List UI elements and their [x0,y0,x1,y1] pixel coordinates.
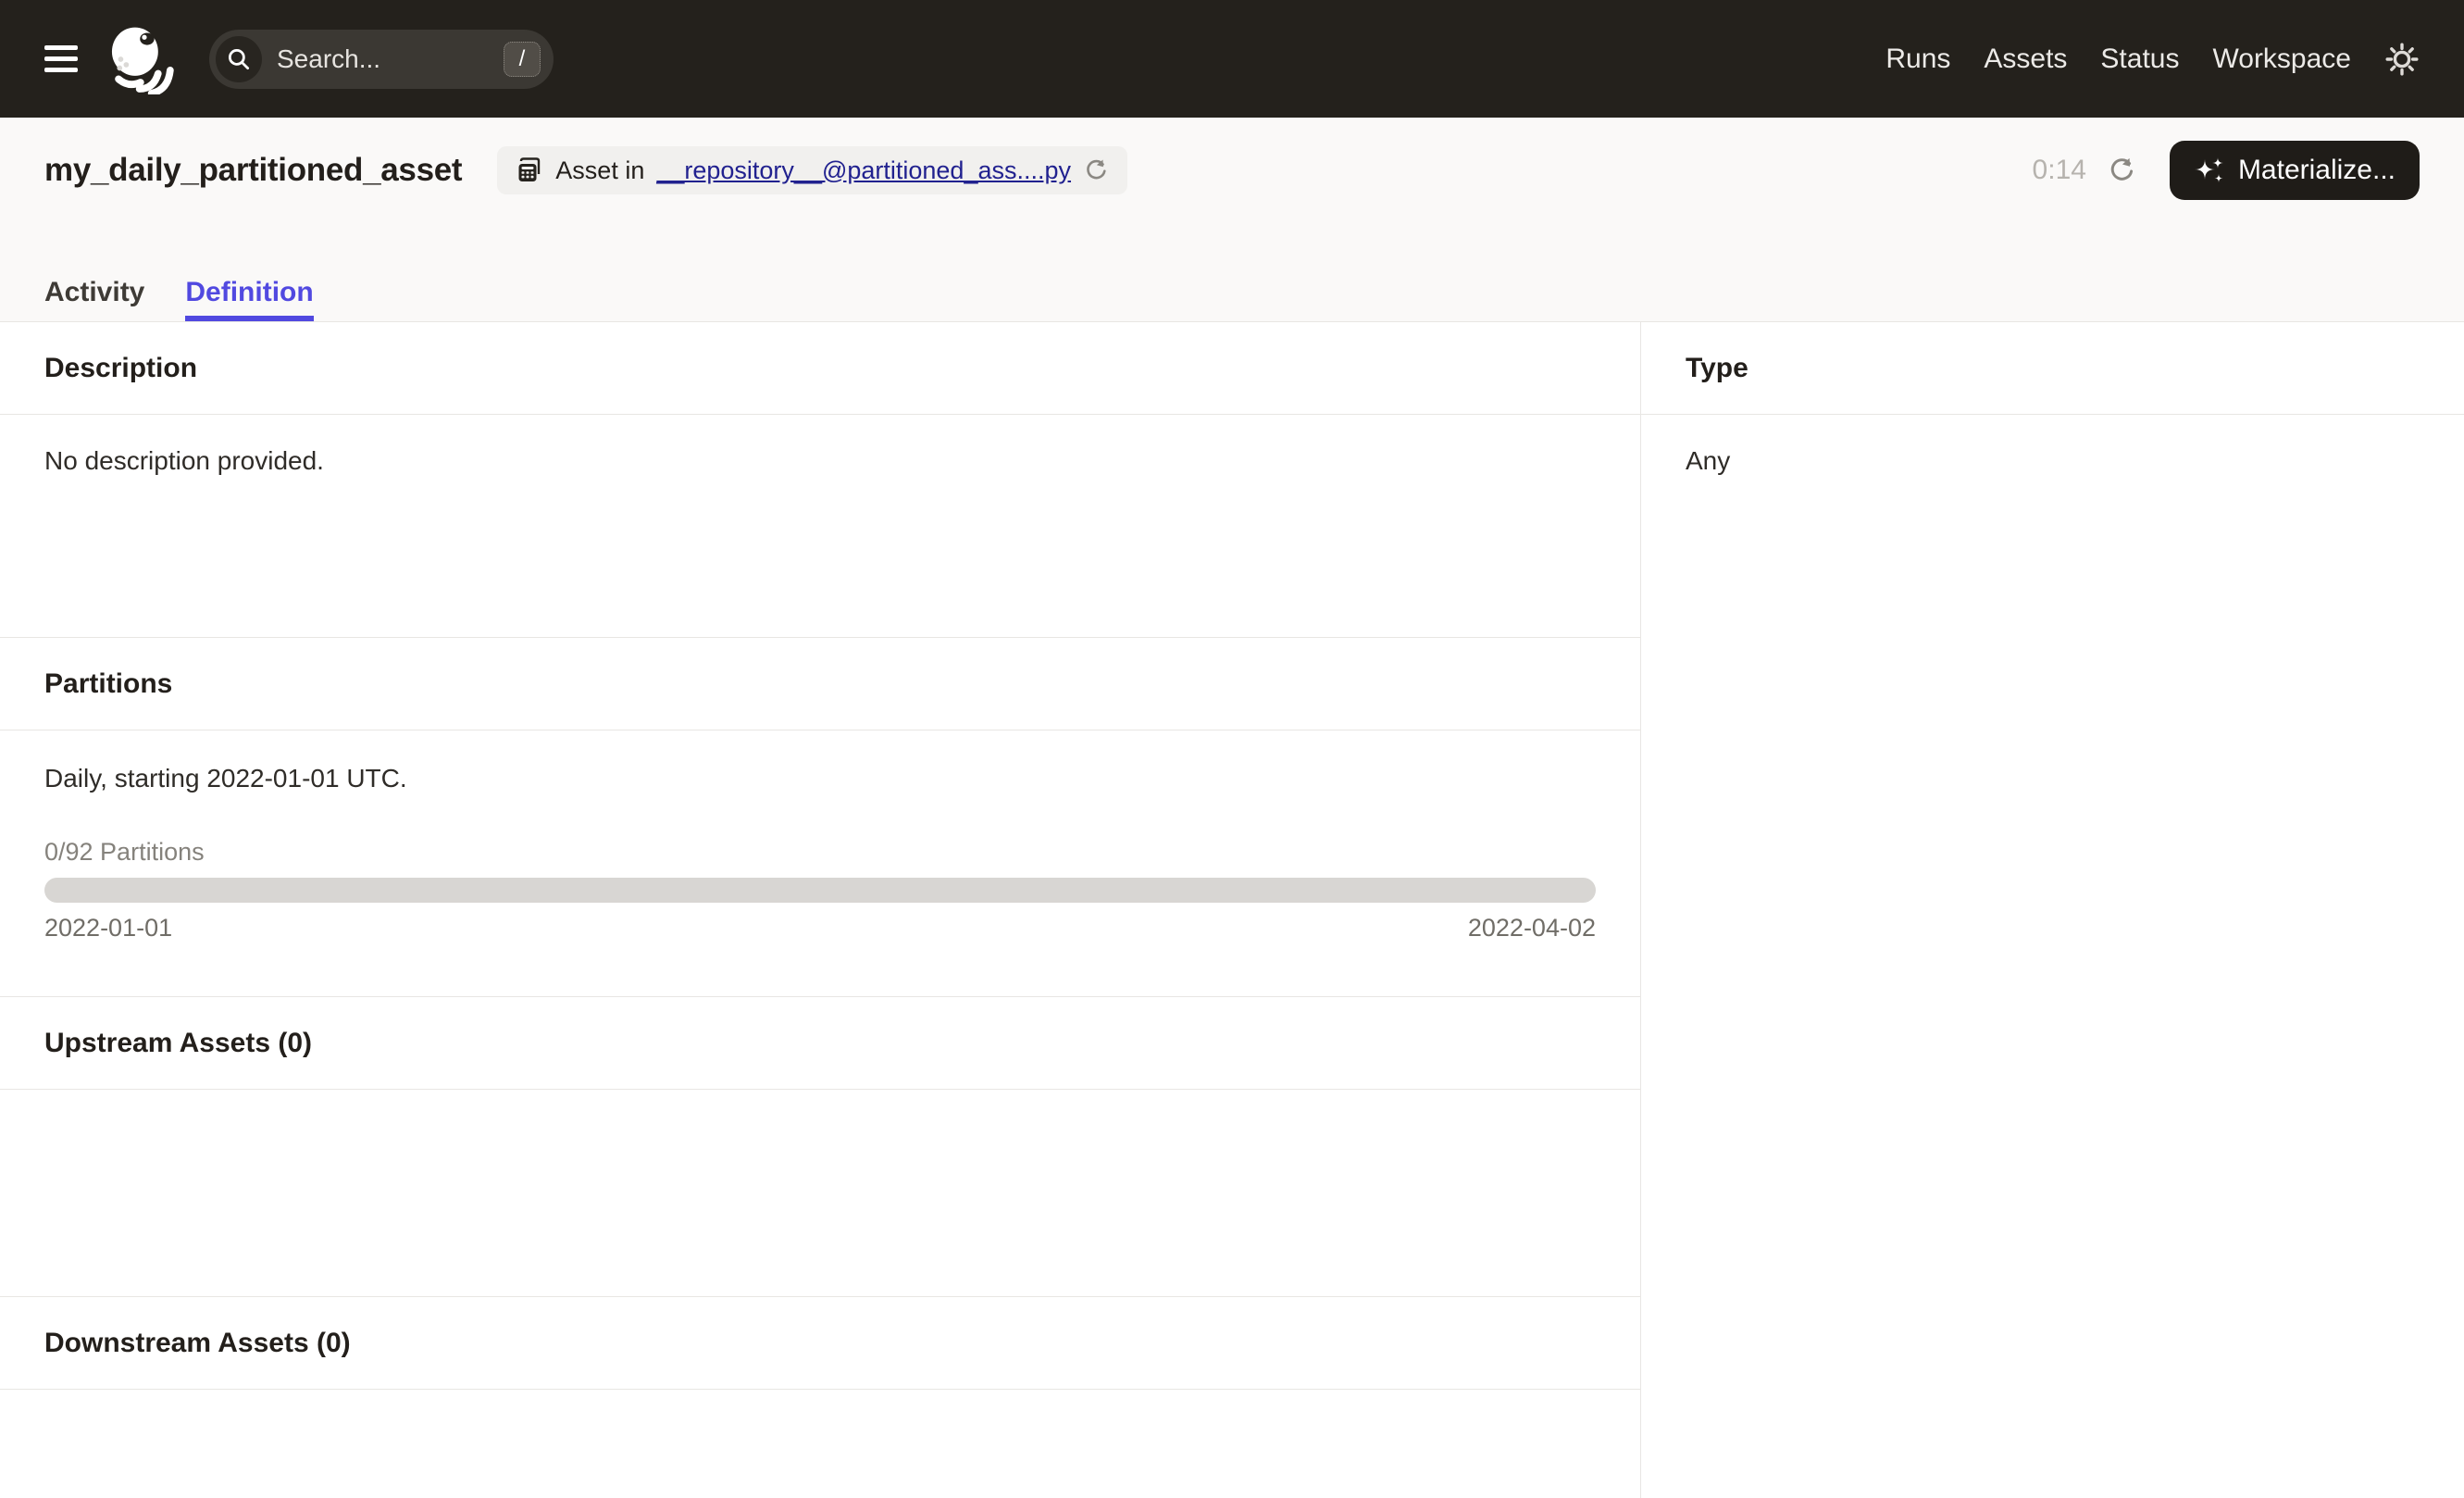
repository-file-link[interactable]: __repository__@partitioned_ass....py [656,156,1071,185]
search-input[interactable] [277,44,504,74]
badge-reload-icon[interactable] [1083,157,1109,183]
downstream-assets-body [0,1390,1640,1498]
header-actions: 0:14 Materialize... [2033,141,2420,200]
partition-range-row: 2022-01-01 2022-04-02 [44,914,1596,942]
tab-definition[interactable]: Definition [185,277,313,321]
description-body: No description provided. [0,415,1640,638]
repository-grid-icon [516,156,543,184]
materialize-button[interactable]: Materialize... [2169,141,2420,200]
partitions-progress-bar [44,878,1596,903]
tab-activity[interactable]: Activity [44,277,144,321]
nav-assets[interactable]: Assets [1984,44,2067,75]
upstream-assets-heading: Upstream Assets (0) [0,997,1640,1090]
title-row: my_daily_partitioned_asset Asset in __re… [0,131,2464,210]
materialize-label: Materialize... [2237,155,2396,185]
refresh-countdown-timer: 0:14 [2032,155,2086,185]
dagster-logo-icon[interactable] [106,23,178,95]
partitions-heading: Partitions [0,638,1640,730]
description-heading: Description [0,322,1640,415]
search-icon [216,35,262,82]
menu-hamburger-icon[interactable] [44,45,78,72]
partitions-body: Daily, starting 2022-01-01 UTC. 0/92 Par… [0,730,1640,997]
type-heading: Type [1641,322,2464,415]
badge-prefix-label: Asset in [555,156,645,184]
page-header: my_daily_partitioned_asset Asset in __re… [0,118,2464,322]
tab-bar: Activity Definition [0,277,2464,321]
partitions-progress-label: 0/92 Partitions [44,838,205,866]
primary-nav: Runs Assets Status Workspace [1885,42,2420,77]
search-shortcut-key: / [504,41,541,77]
search-box[interactable]: / [209,29,554,89]
partition-range-end: 2022-04-02 [1467,914,1596,942]
nav-status[interactable]: Status [2100,44,2179,75]
description-text: No description provided. [44,446,324,475]
left-column: Description No description provided. Par… [0,322,1641,1498]
settings-gear-icon[interactable] [2384,42,2420,77]
partition-range-start: 2022-01-01 [44,914,173,942]
sparkle-icon [2194,155,2225,186]
asset-location-badge: Asset in __repository__@partitioned_ass.… [497,146,1128,194]
downstream-assets-heading: Downstream Assets (0) [0,1297,1640,1390]
upstream-assets-body [0,1090,1640,1297]
type-body: Any [1641,415,2464,507]
partition-schedule-text: Daily, starting 2022-01-01 UTC. [44,764,407,793]
nav-runs[interactable]: Runs [1885,44,1950,75]
definition-content: Description No description provided. Par… [0,322,2464,1498]
refresh-icon[interactable] [2107,156,2136,185]
right-column: Type Any [1641,322,2464,1498]
page-title: my_daily_partitioned_asset [44,152,463,188]
type-value: Any [1686,446,1731,475]
top-navbar: / Runs Assets Status Workspace [0,0,2464,118]
nav-workspace[interactable]: Workspace [2212,44,2351,75]
